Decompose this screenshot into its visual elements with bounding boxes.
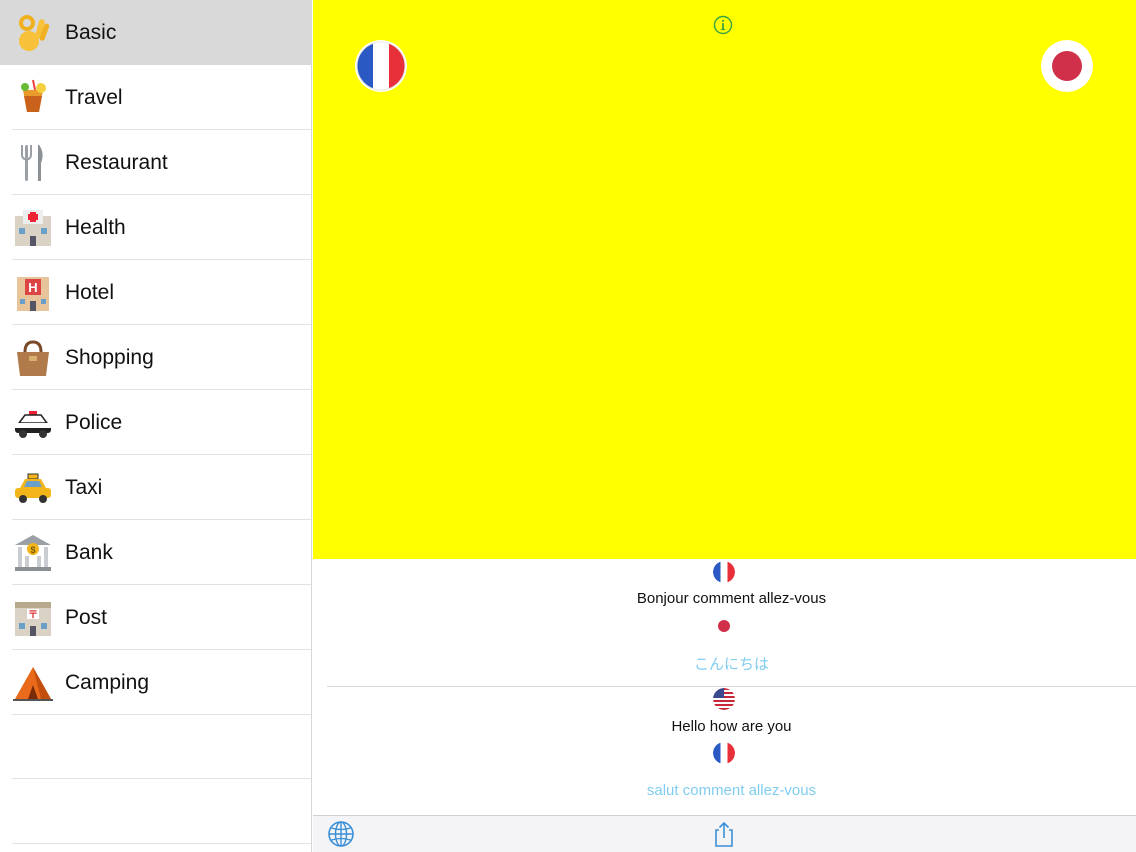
sidebar-item-camping[interactable]: Camping [0, 650, 311, 715]
taxi-icon [11, 466, 55, 510]
divider [12, 843, 311, 844]
sidebar-item-police[interactable]: Police [0, 390, 311, 455]
france-flag-icon [713, 561, 735, 583]
sidebar-item-restaurant[interactable]: Restaurant [0, 130, 311, 195]
france-flag-icon [713, 742, 735, 764]
sidebar-item-label: Police [65, 410, 123, 434]
phrase-list: Bonjour comment allez-vous こんにちは Hello h… [313, 559, 1136, 815]
category-sidebar: Basic Travel Restaurant Health H Hotel S… [0, 0, 312, 852]
sidebar-item-label: Camping [65, 670, 150, 694]
phrase-card[interactable]: Bonjour comment allez-vous こんにちは [327, 559, 1136, 687]
phrase-display-area[interactable] [313, 0, 1136, 559]
usa-flag-icon [713, 688, 735, 710]
sidebar-item-label: Hotel [65, 280, 115, 304]
sidebar-item-shopping[interactable]: Shopping [0, 325, 311, 390]
sidebar-item-label: Shopping [65, 345, 154, 369]
japan-flag-icon [713, 615, 735, 637]
sidebar-item-label: Post [65, 605, 108, 629]
source-phrase-text: Hello how are you [671, 718, 792, 735]
hospital-icon [11, 206, 55, 250]
post-office-icon: 〒 [11, 596, 55, 640]
svg-text:〒: 〒 [28, 609, 38, 621]
info-icon[interactable] [713, 15, 733, 35]
fork-and-knife-icon [11, 141, 55, 185]
source-phrase-text: Bonjour comment allez-vous [636, 590, 827, 607]
sidebar-item-label: Bank [65, 540, 113, 564]
sidebar-item-label: Restaurant [65, 150, 168, 174]
sidebar-item-label: Health [65, 215, 126, 239]
sidebar-item-basic[interactable]: Basic [0, 0, 311, 65]
bank-icon: $ [11, 531, 55, 575]
app-window: Basic Travel Restaurant Health H Hotel S… [0, 0, 1136, 852]
sidebar-item-label: Travel [65, 85, 123, 109]
sidebar-item-health[interactable]: Health [0, 195, 311, 260]
sidebar-item-hotel[interactable]: H Hotel [0, 260, 311, 325]
svg-text:$: $ [30, 545, 35, 555]
share-icon[interactable] [710, 820, 738, 848]
japan-flag-icon[interactable] [1041, 40, 1093, 92]
ok-hand-icon [11, 11, 55, 55]
sidebar-item-label: Taxi [65, 475, 103, 499]
sidebar-item-bank[interactable]: $ Bank [0, 520, 311, 585]
hotel-icon: H [11, 271, 55, 315]
sidebar-item-travel[interactable]: Travel [0, 65, 311, 130]
translation-text: こんにちは [693, 656, 769, 673]
divider [12, 778, 311, 779]
handbag-icon [11, 336, 55, 380]
globe-icon[interactable] [327, 820, 355, 848]
police-car-icon [11, 401, 55, 445]
tropical-drink-icon [11, 76, 55, 120]
svg-text:H: H [28, 280, 37, 295]
divider [12, 714, 311, 715]
sidebar-item-taxi[interactable]: Taxi [0, 455, 311, 520]
sidebar-item-label: Basic [65, 20, 117, 44]
bottom-toolbar [313, 815, 1136, 852]
translation-text: salut comment allez-vous [646, 782, 817, 799]
phrase-card[interactable]: Hello how are you salut comment allez-vo… [327, 687, 1136, 815]
sidebar-item-post[interactable]: 〒 Post [0, 585, 311, 650]
tent-icon [11, 661, 55, 705]
france-flag-icon[interactable] [355, 40, 407, 92]
